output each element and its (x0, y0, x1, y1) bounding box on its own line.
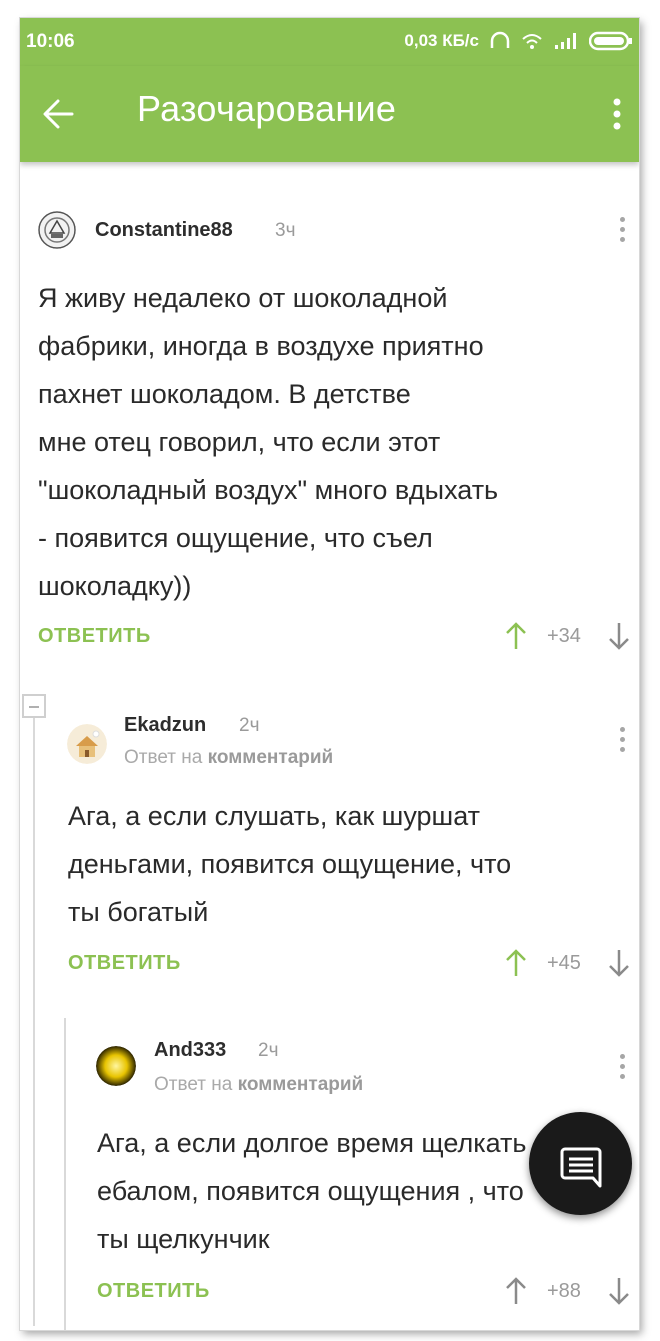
comment-time: 3ч (275, 220, 296, 241)
reply-target-link[interactable]: комментарий (238, 1074, 364, 1095)
comment-text-line: фабрики, иногда в воздухе приятно (38, 331, 484, 361)
avatar[interactable] (67, 724, 107, 764)
sun-avatar-icon (96, 1046, 136, 1086)
more-vertical-icon (613, 98, 621, 130)
downvote-button[interactable] (607, 1276, 631, 1306)
comment-text: Ага, а если слушать, как шуршат деньгами… (68, 792, 628, 936)
comment-time: 2ч (239, 715, 260, 736)
comment-menu-button[interactable] (615, 1052, 629, 1082)
comment-text-line: "шоколадный воздух" много вдыхать (38, 475, 499, 505)
downvote-button[interactable] (607, 621, 631, 651)
avatar[interactable] (96, 1046, 136, 1086)
signal-icon (555, 33, 576, 49)
house-avatar-icon (67, 724, 107, 764)
reply-to-label: Ответ на комментарий (154, 1074, 363, 1096)
add-comment-fab[interactable] (529, 1112, 632, 1215)
overflow-menu-button[interactable] (605, 90, 629, 138)
comment-author[interactable]: And333 (154, 1039, 226, 1062)
status-icons: 0,03 КБ/с (404, 31, 633, 51)
app-bar: Разочарование (20, 66, 639, 162)
rating-value: +45 (547, 952, 581, 974)
comment-text-line: пахнет шоколадом. В детстве (38, 379, 411, 409)
reply-button[interactable]: ОТВЕТИТЬ (97, 1280, 210, 1303)
comment-text-line: мне отец говорил, что если этот (38, 427, 441, 457)
status-bar: 10:06 0,03 КБ/с (20, 18, 639, 66)
reply-prefix: Ответ на (154, 1074, 233, 1095)
rating-value: +88 (547, 1280, 581, 1302)
comment-text-line: Я живу недалеко от шоколадной (38, 283, 448, 313)
wifi-icon (522, 34, 542, 49)
comment-text-line: ты щелкунчик (97, 1224, 270, 1254)
battery-icon (589, 31, 632, 51)
comment-text-line: деньгами, появится ощущение, что (68, 849, 512, 879)
downvote-button[interactable] (607, 948, 631, 978)
status-time: 10:06 (26, 31, 75, 52)
collapse-thread-button[interactable] (22, 694, 46, 718)
network-speed: 0,03 КБ/с (404, 31, 479, 50)
comment-menu-button[interactable] (615, 215, 629, 245)
rating-value: +34 (547, 625, 581, 647)
comment-text-line: - появится ощущение, что съел (38, 523, 433, 553)
comment-text-line: шоколадку)) (38, 571, 192, 601)
comment-author[interactable]: Constantine88 (95, 219, 233, 242)
reply-button[interactable]: ОТВЕТИТЬ (68, 952, 181, 975)
arrow-down-icon (609, 623, 629, 650)
upvote-button[interactable] (504, 1276, 528, 1306)
back-button[interactable] (34, 90, 82, 138)
arrow-up-icon (506, 949, 526, 976)
comment-text-line: ты богатый (68, 897, 209, 927)
reply-prefix: Ответ на (124, 747, 203, 768)
comment-time: 2ч (258, 1040, 279, 1061)
avatar[interactable] (38, 211, 76, 249)
upvote-button[interactable] (504, 621, 528, 651)
reply-to-label: Ответ на комментарий (124, 747, 333, 769)
reply-target-link[interactable]: комментарий (208, 747, 334, 768)
comment-text: Я живу недалеко от шоколадной фабрики, и… (38, 274, 628, 610)
reply-button[interactable]: ОТВЕТИТЬ (38, 625, 151, 648)
comment-icon (560, 1147, 602, 1188)
thread-line (64, 1018, 66, 1330)
phone-screen: 10:06 0,03 КБ/с Разочарование Constantin… (20, 18, 639, 1330)
arrow-left-icon (43, 99, 74, 129)
headphones-icon (490, 31, 510, 48)
comment-text-line: Ага, а если слушать, как шуршат (68, 801, 480, 831)
thread-line (33, 706, 35, 1326)
upvote-button[interactable] (504, 948, 528, 978)
emblem-avatar-icon (38, 211, 76, 249)
arrow-down-icon (609, 1278, 629, 1305)
arrow-up-icon (506, 1277, 526, 1304)
page-title: Разочарование (137, 88, 397, 129)
arrow-up-icon (506, 622, 526, 649)
comment-menu-button[interactable] (615, 725, 629, 755)
arrow-down-icon (609, 950, 629, 977)
comment-author[interactable]: Ekadzun (124, 714, 206, 737)
